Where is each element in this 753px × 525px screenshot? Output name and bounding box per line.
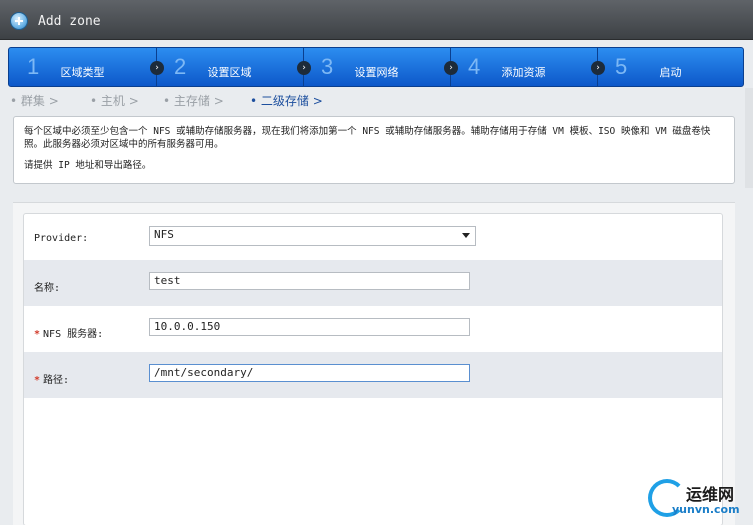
add-icon	[10, 12, 28, 30]
step-label: 启动	[659, 66, 682, 79]
form-row-name: 名称: test	[24, 260, 722, 306]
nfs-server-input[interactable]: 10.0.0.150	[149, 318, 470, 336]
info-box: 每个区域中必须至少包含一个 NFS 或辅助存储服务器，现在我们将添加第一个 NF…	[13, 116, 735, 184]
form-row-path: * 路径: /mnt/secondary/	[24, 352, 722, 398]
watermark-url: yunvn.com	[672, 503, 740, 516]
name-input[interactable]: test	[149, 272, 470, 290]
scrollbar[interactable]	[745, 88, 753, 188]
substep-primary-storage: • 主存储 >	[163, 94, 224, 108]
secondary-storage-form: Provider: NFS 名称: test * NFS 服务器: 10.0.0.…	[23, 213, 723, 525]
provider-selected-value: NFS	[154, 228, 174, 241]
step-setup-zone: 2 设置区域 ›	[156, 48, 311, 86]
watermark-logo: 运维网 yunvn.com	[648, 477, 748, 522]
step-label: 设置网络	[354, 66, 399, 79]
step-zone-type: 1 区域类型 ›	[9, 48, 164, 86]
path-label: * 路径:	[34, 375, 70, 386]
chevron-down-icon	[462, 233, 470, 238]
required-mark: *	[34, 329, 41, 340]
watermark-text: 运维网	[686, 485, 735, 504]
step-label: 设置区域	[207, 66, 252, 79]
wizard-steps: 1 区域类型 › 2 设置区域 › 3 设置网络 › 4 添加资源 › 5 启动	[8, 47, 744, 87]
path-input[interactable]: /mnt/secondary/	[149, 364, 470, 382]
form-row-provider: Provider: NFS	[24, 214, 722, 260]
step-label: 添加资源	[501, 66, 546, 79]
substep-host: • 主机 >	[90, 94, 139, 108]
substep-secondary-storage: • 二级存储 >	[250, 94, 323, 108]
chevron-right-icon: ›	[591, 61, 605, 75]
substep-breadcrumb: • 群集 > • 主机 > • 主存储 > • 二级存储 >	[10, 92, 750, 108]
form-panel: Provider: NFS 名称: test * NFS 服务器: 10.0.0.…	[13, 202, 735, 525]
name-label: 名称:	[34, 283, 61, 294]
step-add-resources: 4 添加资源 ›	[450, 48, 605, 86]
step-label: 区域类型	[60, 66, 105, 79]
required-mark: *	[34, 375, 41, 386]
dialog-titlebar: Add zone	[0, 0, 753, 40]
substep-cluster: • 群集 >	[10, 94, 59, 108]
dialog-title: Add zone	[38, 14, 101, 29]
chevron-right-icon: ›	[150, 61, 164, 75]
nfs-server-label: * NFS 服务器:	[34, 329, 104, 340]
provider-select[interactable]: NFS	[149, 226, 476, 246]
provider-label: Provider:	[34, 233, 89, 244]
chevron-right-icon: ›	[444, 61, 458, 75]
chevron-right-icon: ›	[297, 61, 311, 75]
step-setup-network: 3 设置网络 ›	[303, 48, 458, 86]
info-instruction: 请提供 IP 地址和导出路径。	[24, 160, 152, 171]
form-row-nfs-server: * NFS 服务器: 10.0.0.150	[24, 306, 722, 352]
info-description: 每个区域中必须至少包含一个 NFS 或辅助存储服务器，现在我们将添加第一个 NF…	[24, 126, 711, 150]
step-launch: 5 启动	[597, 48, 744, 86]
